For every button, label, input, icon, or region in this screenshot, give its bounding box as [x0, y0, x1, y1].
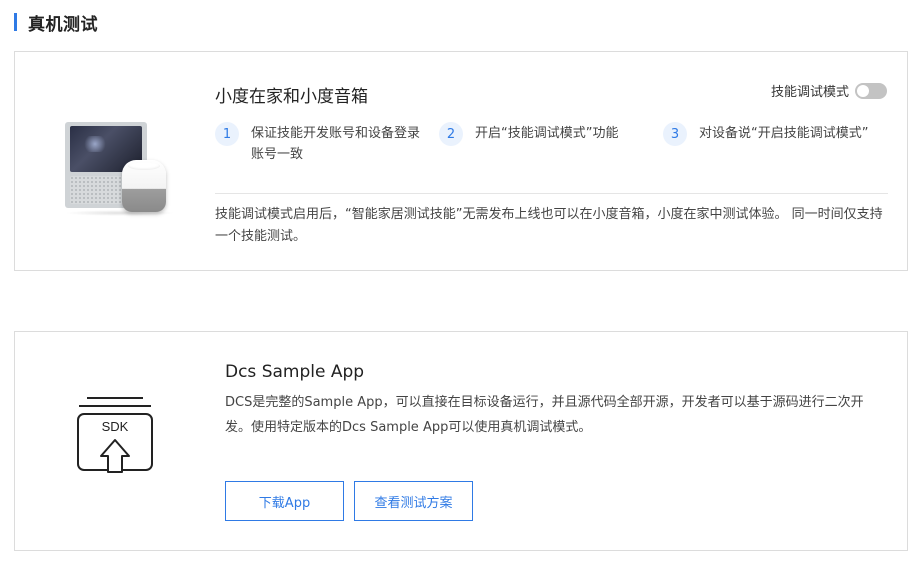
- step-text: 开启“技能调试模式”功能: [475, 126, 619, 141]
- step-item: 2 开启“技能调试模式”功能: [439, 122, 655, 146]
- section-accent-bar: [14, 13, 17, 31]
- page: 真机测试 小度在家和小度音箱 技能调试模式 1 保证技能开发账号和设备登录账号一…: [0, 0, 919, 562]
- debug-mode-label: 技能调试模式: [770, 85, 849, 100]
- sdk-card: SDK Dcs Sample App DCS是完整的Sample App，可以直…: [14, 331, 908, 551]
- divider: [215, 193, 888, 194]
- device-card: 小度在家和小度音箱 技能调试模式 1 保证技能开发账号和设备登录账号一致 2 开…: [14, 51, 908, 271]
- sdk-card-title: Dcs Sample App: [225, 362, 365, 382]
- debug-mode-note: 技能调试模式启用后，“智能家居测试技能”无需发布上线也可以在小度音箱，小度在家中…: [215, 207, 883, 244]
- step-item: 1 保证技能开发账号和设备登录账号一致: [215, 122, 421, 165]
- step-item: 3 对设备说“开启技能调试模式”: [663, 122, 879, 146]
- step-number-badge: 1: [215, 122, 239, 146]
- toggle-knob: [857, 84, 869, 97]
- device-card-title: 小度在家和小度音箱: [215, 87, 368, 107]
- smart-speaker: [122, 160, 166, 212]
- step-number-badge: 3: [663, 122, 687, 146]
- svg-text:SDK: SDK: [102, 419, 129, 434]
- debug-mode-control: 技能调试模式: [771, 81, 887, 100]
- debug-mode-toggle[interactable]: [855, 82, 887, 99]
- sdk-description: DCS是完整的Sample App，可以直接在目标设备运行，并且源代码全部开源，…: [225, 395, 864, 435]
- sdk-upload-icon: SDK: [77, 396, 153, 476]
- step-text: 对设备说“开启技能调试模式”: [699, 126, 869, 141]
- download-app-button[interactable]: 下载App: [225, 481, 344, 521]
- section-heading: 真机测试: [14, 12, 98, 35]
- view-test-plan-button[interactable]: 查看测试方案: [354, 481, 473, 521]
- section-title: 真机测试: [28, 14, 98, 35]
- step-number-badge: 2: [439, 122, 463, 146]
- step-text: 保证技能开发账号和设备登录账号一致: [251, 126, 421, 162]
- smart-display-speaker-image: [65, 122, 185, 217]
- setup-steps: 1 保证技能开发账号和设备登录账号一致 2 开启“技能调试模式”功能 3 对设备…: [215, 122, 890, 172]
